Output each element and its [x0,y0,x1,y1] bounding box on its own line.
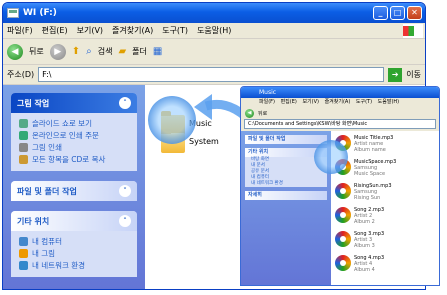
music-window: Music 파일(F) 편집(E) 보기(V) 즐겨찾기(A) 도구(T) 도움… [240,86,440,286]
back-button[interactable]: 뒤로 [29,46,44,57]
place-label: 내 컴퓨터 [32,236,62,246]
place-label: 내 네트워크 환경 [32,260,86,270]
list-item[interactable]: Song 3.mp3 Artist 3 Album 3 [335,231,384,251]
expand-icon[interactable]: ˅ [119,185,131,197]
song-album: Rising Sun [354,195,381,201]
folders-button[interactable]: 폴더 [132,46,147,57]
song-album: Album name [354,147,386,153]
list-item[interactable]: RisingSun.mp3 Samsung Rising Sun [335,183,392,203]
music-file-tasks-title[interactable]: 파일 및 폴더 작업 [245,135,327,144]
music-toolbar: ◀ 뒤로 [241,107,439,119]
task-pane: 그림 작업 ˄ 슬라이드 쇼로 보기 온라인으로 인쇄 주문 그림 인쇄 모든 … [3,85,145,289]
music-file-icon [335,231,351,247]
task-label: 모든 항목을 CD로 복사 [32,154,106,164]
views-icon[interactable]: ▦ [153,46,162,57]
back-arrow-icon[interactable]: ◀ [7,43,23,60]
music-back-button[interactable]: 뒤로 [258,110,267,117]
windows-logo-icon [403,23,423,38]
forward-arrow-icon[interactable]: ▶ [49,43,66,60]
task-label: 그림 인쇄 [32,142,62,152]
song-album: Album 2 [354,219,375,225]
music-menu-view[interactable]: 보기(V) [302,99,319,105]
task-order-prints[interactable]: 온라인으로 인쇄 주문 [19,129,129,141]
music-file-tasks: 파일 및 폴더 작업 [245,135,327,144]
music-address-input[interactable]: C:\Documents and Settings\KSW\바탕 화면\Musi… [244,119,436,129]
file-tasks-title: 파일 및 폴더 작업 [17,186,77,196]
music-file-icon [335,207,351,223]
music-menu-edit[interactable]: 편집(E) [281,99,297,105]
list-item[interactable]: Song 4.mp3 Artist 4 Album 4 [335,255,384,275]
music-menu-favorites[interactable]: 즐겨찾기(A) [325,99,351,105]
menu-bar: 파일(F) 편집(E) 보기(V) 즐겨찾기(A) 도구(T) 도움말(H) [3,23,425,39]
close-button[interactable]: ✕ [407,6,422,20]
task-print[interactable]: 그림 인쇄 [19,141,129,153]
task-slideshow[interactable]: 슬라이드 쇼로 보기 [19,117,129,129]
search-icon[interactable]: ⌕ [86,46,92,57]
song-album: Music Space [354,171,386,177]
menu-tools[interactable]: 도구(T) [162,25,188,36]
search-button[interactable]: 검색 [98,46,113,57]
collapse-icon[interactable]: ˄ [119,97,131,109]
address-bar: 주소(D) F:\ ➔ 이동 [3,65,425,85]
window-title: WI (F:) [23,8,57,18]
drag-source-highlight [314,140,348,174]
file-tasks-panel: 파일 및 폴더 작업 ˅ [11,181,137,201]
toolbar: ◀ 뒤로 ▶ ⬆ ⌕ 검색 ▰ 폴더 ▦ [3,39,425,65]
address-input[interactable]: F:\ [38,67,385,82]
music-menu-help[interactable]: 도움말(H) [378,99,399,105]
title-bar[interactable]: WI (F:) _ □ ✕ [3,3,425,23]
other-places-header[interactable]: 기타 위치 ˄ [11,211,137,231]
music-menu-tools[interactable]: 도구(T) [356,99,372,105]
song-album: Album 3 [354,243,375,249]
menu-edit[interactable]: 편집(E) [42,25,68,36]
place-network[interactable]: 내 네트워크 환경 [19,259,129,271]
menu-file[interactable]: 파일(F) [7,25,33,36]
file-tasks-header[interactable]: 파일 및 폴더 작업 ˅ [11,181,137,201]
go-button[interactable]: 이동 [406,69,421,80]
list-item[interactable]: Song 2.mp3 Artist 2 Album 2 [335,207,384,227]
place-my-pictures[interactable]: 내 그림 [19,247,129,259]
place-network[interactable]: 내 네트워크 환경 [245,181,327,187]
window-controls: _ □ ✕ [373,6,425,20]
place-my-computer[interactable]: 내 컴퓨터 [19,235,129,247]
back-arrow-icon[interactable]: ◀ [245,108,254,118]
picture-tasks-header[interactable]: 그림 작업 ˄ [11,93,137,113]
task-copy-cd[interactable]: 모든 항목을 CD로 복사 [19,153,129,165]
menu-favorites[interactable]: 즐겨찾기(A) [112,25,153,36]
collapse-icon[interactable]: ˄ [119,215,131,227]
minimize-button[interactable]: _ [373,6,388,20]
other-places-title: 기타 위치 [17,216,50,226]
menu-help[interactable]: 도움말(H) [197,25,231,36]
maximize-button[interactable]: □ [390,6,405,20]
music-details: 자세히 [245,191,327,200]
music-file-icon [335,255,351,271]
picture-tasks-title: 그림 작업 [17,98,50,108]
song-album: Album 4 [354,267,375,273]
music-menu-bar: 파일(F) 편집(E) 보기(V) 즐겨찾기(A) 도구(T) 도움말(H) [241,98,439,107]
task-label: 온라인으로 인쇄 주문 [32,130,99,140]
menu-view[interactable]: 보기(V) [77,25,103,36]
folders-icon[interactable]: ▰ [118,46,126,57]
task-label: 슬라이드 쇼로 보기 [32,118,92,128]
drive-icon [7,8,19,18]
place-label: 내 그림 [32,248,56,258]
music-menu-file[interactable]: 파일(F) [259,99,275,105]
up-folder-icon[interactable]: ⬆ [72,46,80,57]
go-arrow-icon[interactable]: ➔ [388,67,403,82]
music-file-icon [335,183,351,199]
picture-tasks-panel: 그림 작업 ˄ 슬라이드 쇼로 보기 온라인으로 인쇄 주문 그림 인쇄 모든 … [11,93,137,171]
music-window-title[interactable]: Music [241,87,439,98]
address-label: 주소(D) [7,70,35,79]
music-details-title[interactable]: 자세히 [245,191,327,200]
other-places-panel: 기타 위치 ˄ 내 컴퓨터 내 그림 내 네트워크 환경 [11,211,137,277]
